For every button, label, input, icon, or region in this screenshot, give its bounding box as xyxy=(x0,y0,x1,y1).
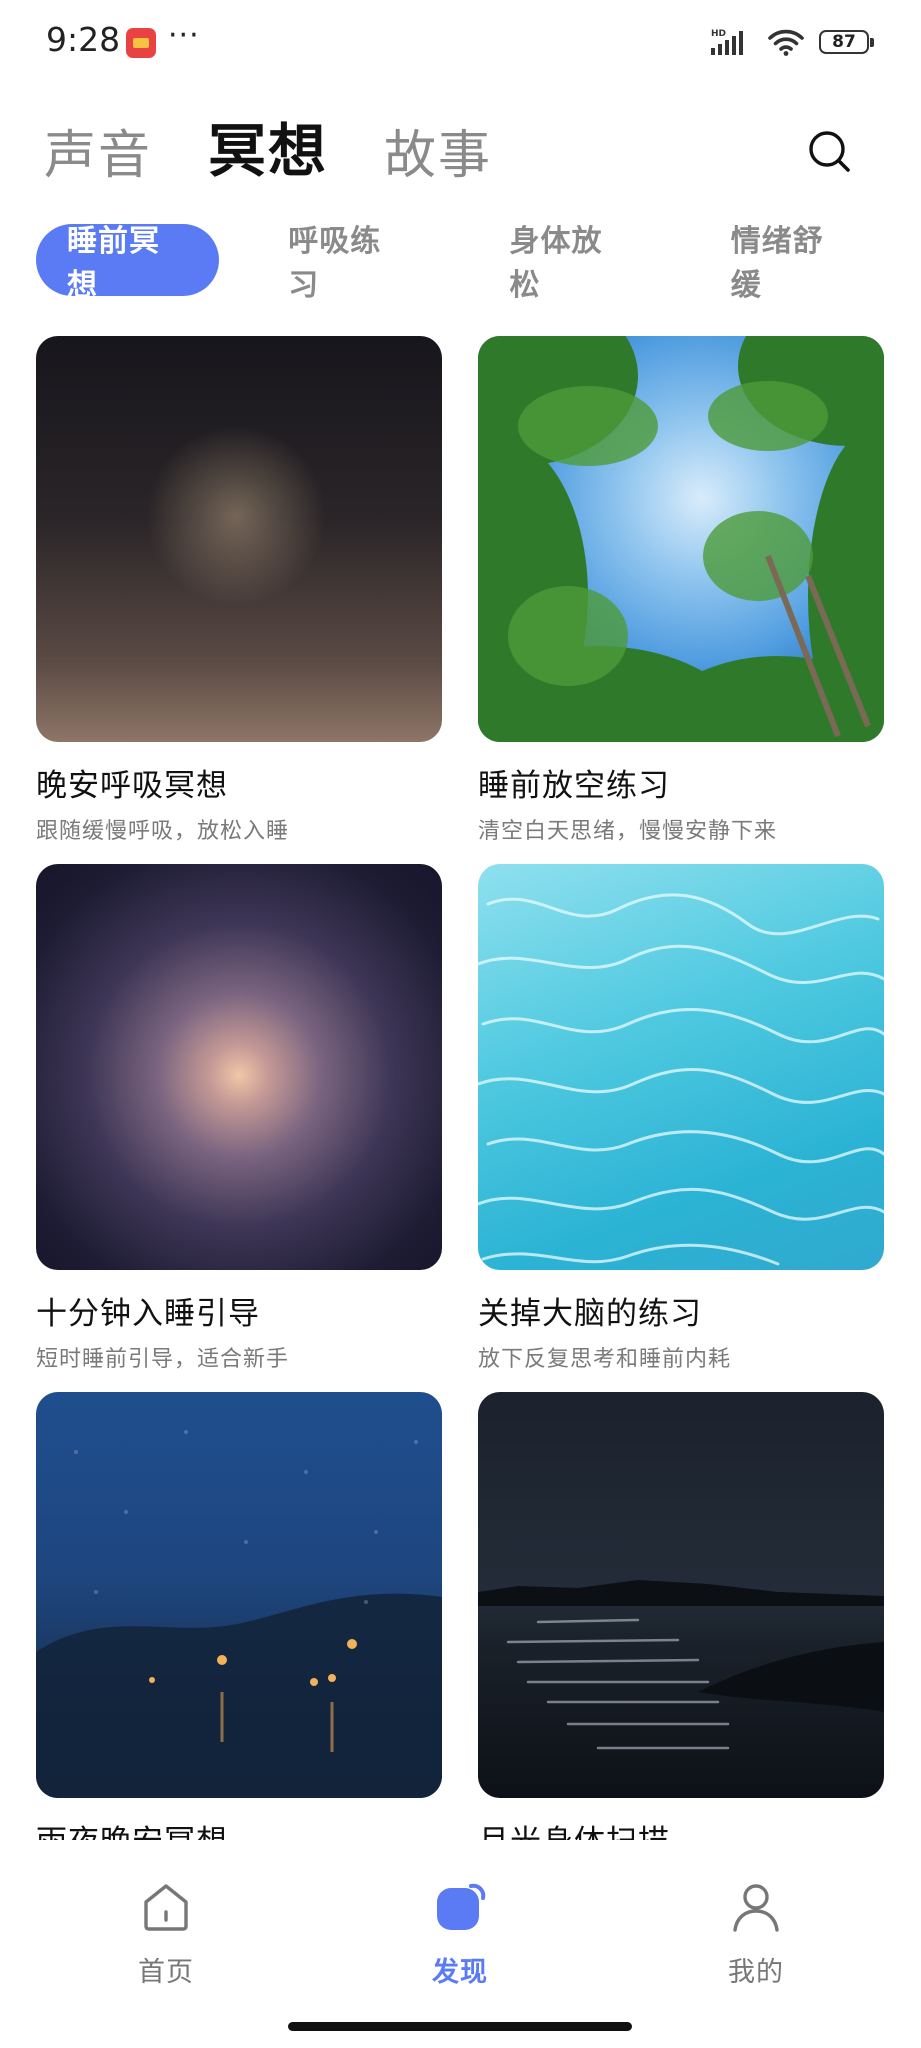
card-subtitle: 清空白天思绪，慢慢安静下来 xyxy=(478,819,778,844)
card-title: 关掉大脑的练习 xyxy=(478,1296,702,1332)
search-icon[interactable] xyxy=(806,128,854,176)
rainy-window-image xyxy=(36,1392,442,1798)
bottom-nav: 首页 发现 我的 xyxy=(0,1840,921,2048)
wifi-icon xyxy=(768,29,804,56)
card-title: 晚安呼吸冥想 xyxy=(36,768,228,804)
forest-sky-image xyxy=(478,336,884,742)
tab-sound[interactable]: 声音 xyxy=(44,113,152,188)
card-pre-sleep-emptying[interactable]: 睡前放空练习 清空白天思绪，慢慢安静下来 xyxy=(478,336,884,844)
tab-stories[interactable]: 故事 xyxy=(384,113,492,188)
home-indicator[interactable] xyxy=(288,2022,632,2031)
home-icon xyxy=(144,1884,188,1931)
card-turn-off-brain[interactable]: 关掉大脑的练习 放下反复思考和睡前内耗 xyxy=(478,864,884,1372)
more-indicator: ··· xyxy=(168,18,200,53)
card-subtitle: 放下反复思考和睡前内耗 xyxy=(478,1347,732,1372)
profile-icon xyxy=(733,1884,779,1932)
nav-discover-label: 发现 xyxy=(432,1957,488,1988)
chip-body-relaxation[interactable]: 身体放松 xyxy=(479,224,662,303)
crescent-moon-image xyxy=(36,336,442,742)
status-bar: 9:28 ··· HD 87 xyxy=(0,0,921,86)
nav-home[interactable]: 首页 xyxy=(86,1880,246,1989)
chip-bedtime-meditation[interactable]: 睡前冥想 xyxy=(36,224,220,303)
nav-discover[interactable]: 发现 xyxy=(380,1880,540,1989)
category-chips: 睡前冥想 呼吸练习 身体放松 情绪舒缓 xyxy=(36,224,921,303)
app-icon xyxy=(126,28,156,58)
card-subtitle: 短时睡前引导，适合新手 xyxy=(36,1347,290,1372)
chip-breathing-practice[interactable]: 呼吸练习 xyxy=(257,224,440,303)
card-subtitle: 跟随缓慢呼吸，放松入睡 xyxy=(36,819,290,844)
nav-home-label: 首页 xyxy=(138,1957,194,1988)
status-time: 9:28 xyxy=(46,20,121,59)
signal-icon: HD xyxy=(711,29,743,55)
card-ten-minute-sleep[interactable]: 十分钟入睡引导 短时睡前引导，适合新手 xyxy=(36,864,442,1372)
top-tabs: 声音 冥想 故事 xyxy=(44,116,492,188)
card-goodnight-breathing[interactable]: 晚安呼吸冥想 跟随缓慢呼吸，放松入睡 xyxy=(36,336,442,844)
network-label: HD xyxy=(711,29,726,39)
tab-meditation[interactable]: 冥想 xyxy=(208,104,328,188)
nav-profile-label: 我的 xyxy=(728,1957,784,1988)
battery-icon: 87 xyxy=(819,30,874,54)
discover-icon xyxy=(437,1883,486,1930)
card-title: 十分钟入睡引导 xyxy=(36,1296,260,1332)
pool-water-image xyxy=(478,864,884,1270)
chip-emotion-soothing[interactable]: 情绪舒缓 xyxy=(700,224,883,303)
card-rainy-night[interactable]: 雨夜晚安冥想 xyxy=(36,1392,442,1860)
card-moonlight-body-scan[interactable]: 月光身体扫描 xyxy=(478,1392,884,1860)
moonlit-lake-image xyxy=(478,1392,884,1798)
card-title: 睡前放空练习 xyxy=(478,768,670,804)
nav-profile[interactable]: 我的 xyxy=(676,1880,836,1989)
soft-glow-image xyxy=(36,864,442,1270)
